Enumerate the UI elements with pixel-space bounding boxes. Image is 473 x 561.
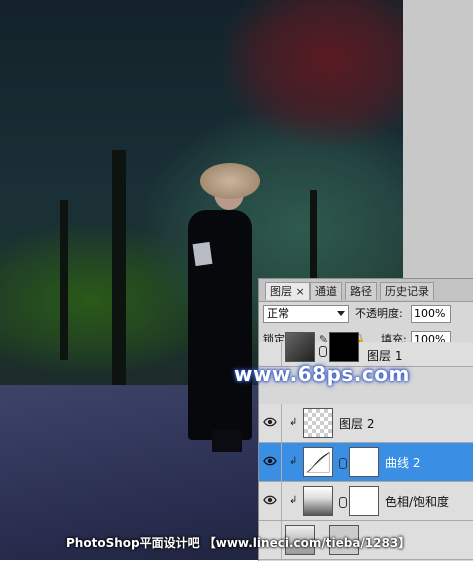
layer-row[interactable]: ↲ 曲线 2 [259, 443, 473, 482]
chevron-down-icon [337, 311, 345, 316]
opacity-field[interactable]: 100% [411, 305, 451, 323]
footer-watermark: PhotoShop平面设计吧 【www.lineci.com/tieba/128… [66, 536, 411, 550]
blend-mode-value: 正常 [267, 307, 289, 320]
panel-tabs: 图层 × 通道 路径 历史记录 [259, 279, 473, 302]
blend-mode-select[interactable]: 正常 [263, 305, 349, 323]
clipping-arrow-icon: ↲ [289, 417, 298, 428]
tree-trunk [60, 200, 68, 360]
eye-icon [263, 495, 277, 505]
layer-name: 曲线 2 [385, 456, 421, 470]
link-icon [319, 346, 327, 357]
tree-trunk [112, 150, 126, 385]
straw-hat [200, 163, 260, 199]
layer-mask-thumbnail [349, 447, 379, 477]
hue-saturation-adjustment-icon [303, 486, 333, 516]
layer-row[interactable]: ↲ 色相/饱和度 [259, 482, 473, 521]
layer-mask-thumbnail [349, 486, 379, 516]
layer-row[interactable]: ↲ 图层 2 [259, 404, 473, 443]
visibility-toggle[interactable] [259, 443, 282, 481]
tab-history[interactable]: 历史记录 [380, 282, 434, 300]
layer-name: 图层 2 [339, 417, 375, 431]
visibility-toggle[interactable] [259, 404, 282, 442]
clipping-arrow-icon: ↲ [289, 456, 298, 467]
visibility-toggle[interactable] [259, 482, 282, 520]
woman-legs [212, 430, 242, 452]
tab-channels[interactable]: 通道 [310, 282, 342, 300]
tab-layers[interactable]: 图层 × [265, 282, 310, 300]
layers-panel: 图层 × 通道 路径 历史记录 正常 不透明度: 100% 锁定: ▨ ✎ ✥ … [258, 278, 473, 561]
eye-icon [263, 417, 277, 427]
curves-adjustment-icon [303, 447, 333, 477]
opacity-label: 不透明度: [355, 307, 403, 320]
site-watermark: www.68ps.com [234, 362, 410, 386]
layer-thumbnail [303, 408, 333, 438]
layer-mask-thumbnail [329, 332, 359, 362]
tab-paths[interactable]: 路径 [345, 282, 377, 300]
layer-name: 色相/饱和度 [385, 495, 450, 509]
link-icon [339, 497, 347, 508]
layer-thumbnail [285, 332, 315, 362]
eye-icon [263, 456, 277, 466]
blend-row: 正常 不透明度: 100% [259, 302, 473, 326]
clipping-arrow-icon: ↲ [289, 495, 298, 506]
canvas-gutter [403, 0, 473, 278]
book [192, 241, 213, 267]
link-icon [339, 458, 347, 469]
